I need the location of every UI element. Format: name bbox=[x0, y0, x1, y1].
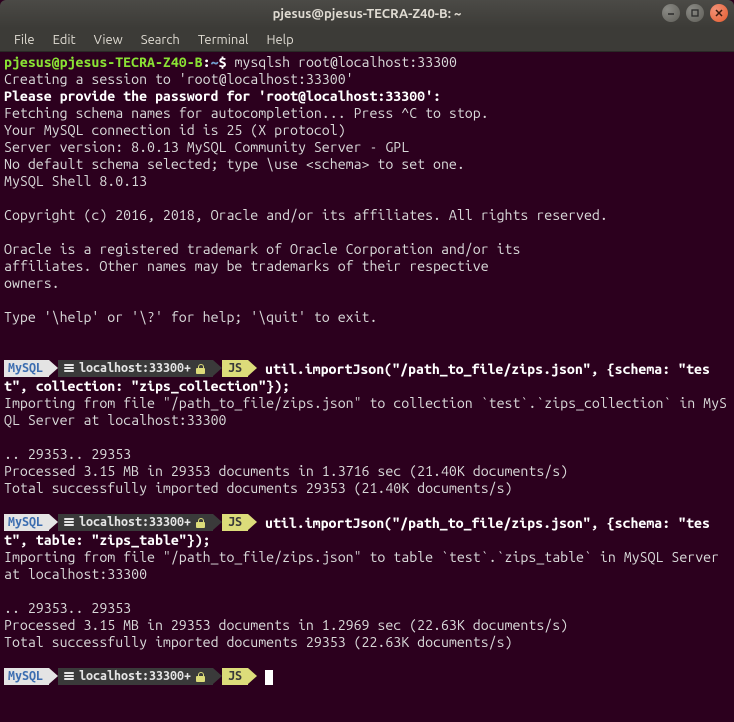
output-line: Processed 3.15 MB in 29353 documents in … bbox=[4, 463, 568, 479]
mysql-prompt: MySQL localhost:33300+ JS bbox=[4, 514, 257, 531]
output-line: Copyright (c) 2016, 2018, Oracle and/or … bbox=[4, 207, 608, 223]
output-line: Please provide the password for 'root@lo… bbox=[4, 88, 441, 104]
menu-file[interactable]: File bbox=[6, 31, 43, 49]
lock-icon bbox=[196, 672, 205, 682]
database-icon bbox=[64, 518, 74, 528]
menu-help[interactable]: Help bbox=[258, 31, 301, 49]
minimize-button[interactable] bbox=[662, 4, 680, 22]
output-line: .. 29353.. 29353 bbox=[4, 446, 131, 462]
menu-view[interactable]: View bbox=[86, 31, 131, 49]
close-icon bbox=[714, 8, 724, 18]
lock-icon bbox=[196, 364, 205, 374]
shell-prompt-userhost: pjesus@pjesus-TECRA-Z40-B bbox=[4, 54, 203, 70]
shell-command: mysqlsh root@localhost:33300 bbox=[234, 54, 456, 70]
output-line: Importing from file "/path_to_file/zips.… bbox=[4, 395, 727, 428]
output-line: Processed 3.15 MB in 29353 documents in … bbox=[4, 617, 568, 633]
maximize-button[interactable] bbox=[686, 4, 704, 22]
database-icon bbox=[64, 672, 74, 682]
prompt-seg-mysql: MySQL bbox=[4, 668, 49, 685]
mysql-prompt: MySQL localhost:33300+ JS bbox=[4, 360, 257, 377]
mysql-prompt: MySQL localhost:33300+ JS bbox=[4, 668, 257, 685]
menu-search[interactable]: Search bbox=[133, 31, 188, 49]
output-line: .. 29353.. 29353 bbox=[4, 600, 131, 616]
prompt-seg-mysql: MySQL bbox=[4, 514, 49, 531]
close-button[interactable] bbox=[710, 4, 728, 22]
menu-terminal[interactable]: Terminal bbox=[190, 31, 257, 49]
output-line: Server version: 8.0.13 MySQL Community S… bbox=[4, 139, 409, 155]
output-line: No default schema selected; type \use <s… bbox=[4, 156, 465, 172]
output-line: Oracle is a registered trademark of Orac… bbox=[4, 241, 520, 257]
menubar: File Edit View Search Terminal Help bbox=[0, 28, 734, 52]
output-line: affiliates. Other names may be trademark… bbox=[4, 258, 489, 274]
output-line: Your MySQL connection id is 25 (X protoc… bbox=[4, 122, 346, 138]
output-line: owners. bbox=[4, 275, 60, 291]
lock-icon bbox=[196, 518, 205, 528]
maximize-icon bbox=[690, 8, 700, 18]
prompt-seg-host: localhost:33300+ bbox=[58, 668, 213, 685]
output-line: Fetching schema names for autocompletion… bbox=[4, 105, 489, 121]
window-titlebar: pjesus@pjesus-TECRA-Z40-B: ~ bbox=[0, 0, 734, 28]
output-line: Total successfully imported documents 29… bbox=[4, 480, 512, 496]
prompt-seg-host: localhost:33300+ bbox=[58, 360, 213, 377]
minimize-icon bbox=[666, 8, 676, 18]
cursor bbox=[265, 670, 273, 685]
output-line: Importing from file "/path_to_file/zips.… bbox=[4, 549, 727, 582]
shell-prompt-cwd: ~ bbox=[211, 54, 219, 70]
prompt-seg-mysql: MySQL bbox=[4, 360, 49, 377]
output-line: Total successfully imported documents 29… bbox=[4, 634, 512, 650]
database-icon bbox=[64, 364, 74, 374]
prompt-seg-mode: JS bbox=[222, 360, 248, 377]
output-line: Type '\help' or '\?' for help; '\quit' t… bbox=[4, 309, 377, 325]
prompt-seg-mode: JS bbox=[222, 668, 248, 685]
prompt-seg-mode: JS bbox=[222, 514, 248, 531]
menu-edit[interactable]: Edit bbox=[45, 31, 84, 49]
terminal-area[interactable]: pjesus@pjesus-TECRA-Z40-B:~$ mysqlsh roo… bbox=[0, 52, 734, 690]
output-line: Creating a session to 'root@localhost:33… bbox=[4, 71, 354, 87]
output-line: MySQL Shell 8.0.13 bbox=[4, 173, 147, 189]
window-controls bbox=[662, 4, 728, 22]
window-title: pjesus@pjesus-TECRA-Z40-B: ~ bbox=[0, 7, 734, 21]
prompt-seg-host: localhost:33300+ bbox=[58, 514, 213, 531]
